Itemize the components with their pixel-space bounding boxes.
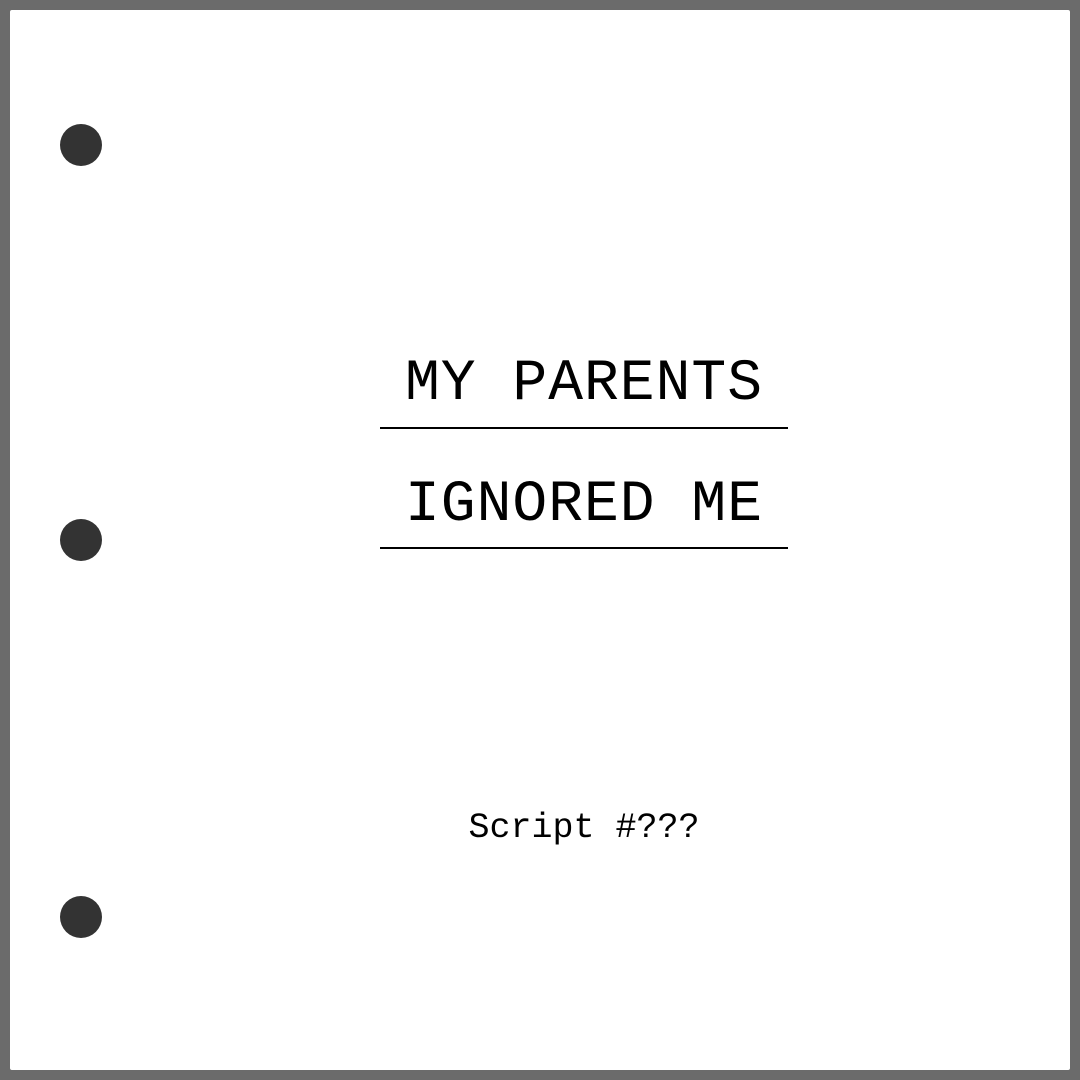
title-underline-2 — [380, 547, 788, 549]
binder-hole-top — [60, 124, 102, 166]
script-number: Script #??? — [468, 808, 700, 848]
script-page: MY PARENTS IGNORED ME Script #??? — [10, 10, 1070, 1070]
title-line-1: MY PARENTS — [404, 352, 764, 417]
title-line-2: IGNORED ME — [404, 473, 764, 538]
binder-hole-bottom — [60, 896, 102, 938]
title-underline-1 — [380, 427, 788, 429]
binder-hole-middle — [60, 519, 102, 561]
